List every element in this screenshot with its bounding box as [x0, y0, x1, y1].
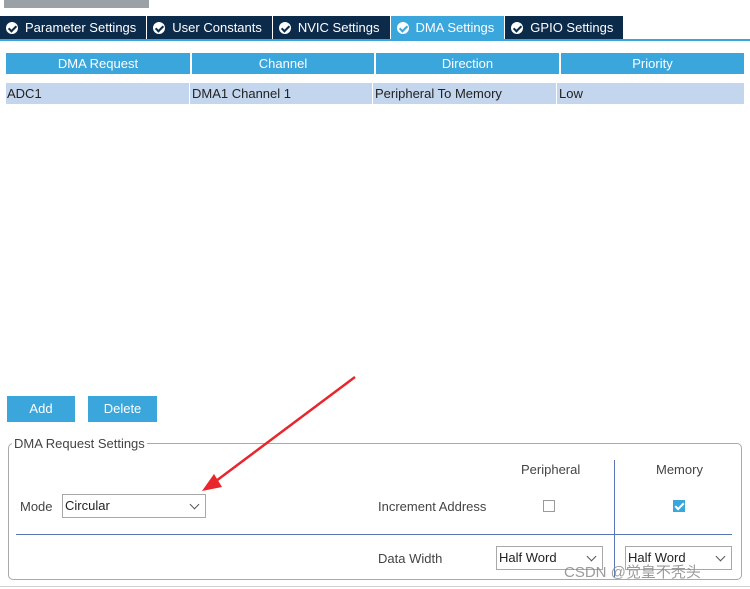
red-arrow-icon [202, 375, 356, 491]
watermark: CSDN @觉皇不秃头 [564, 564, 701, 581]
arrow-shaft [211, 375, 356, 486]
arrow-head [202, 474, 222, 491]
bottom-divider [0, 586, 750, 587]
dma-settings-window: Parameter Settings User Constants NVIC S… [0, 0, 750, 589]
